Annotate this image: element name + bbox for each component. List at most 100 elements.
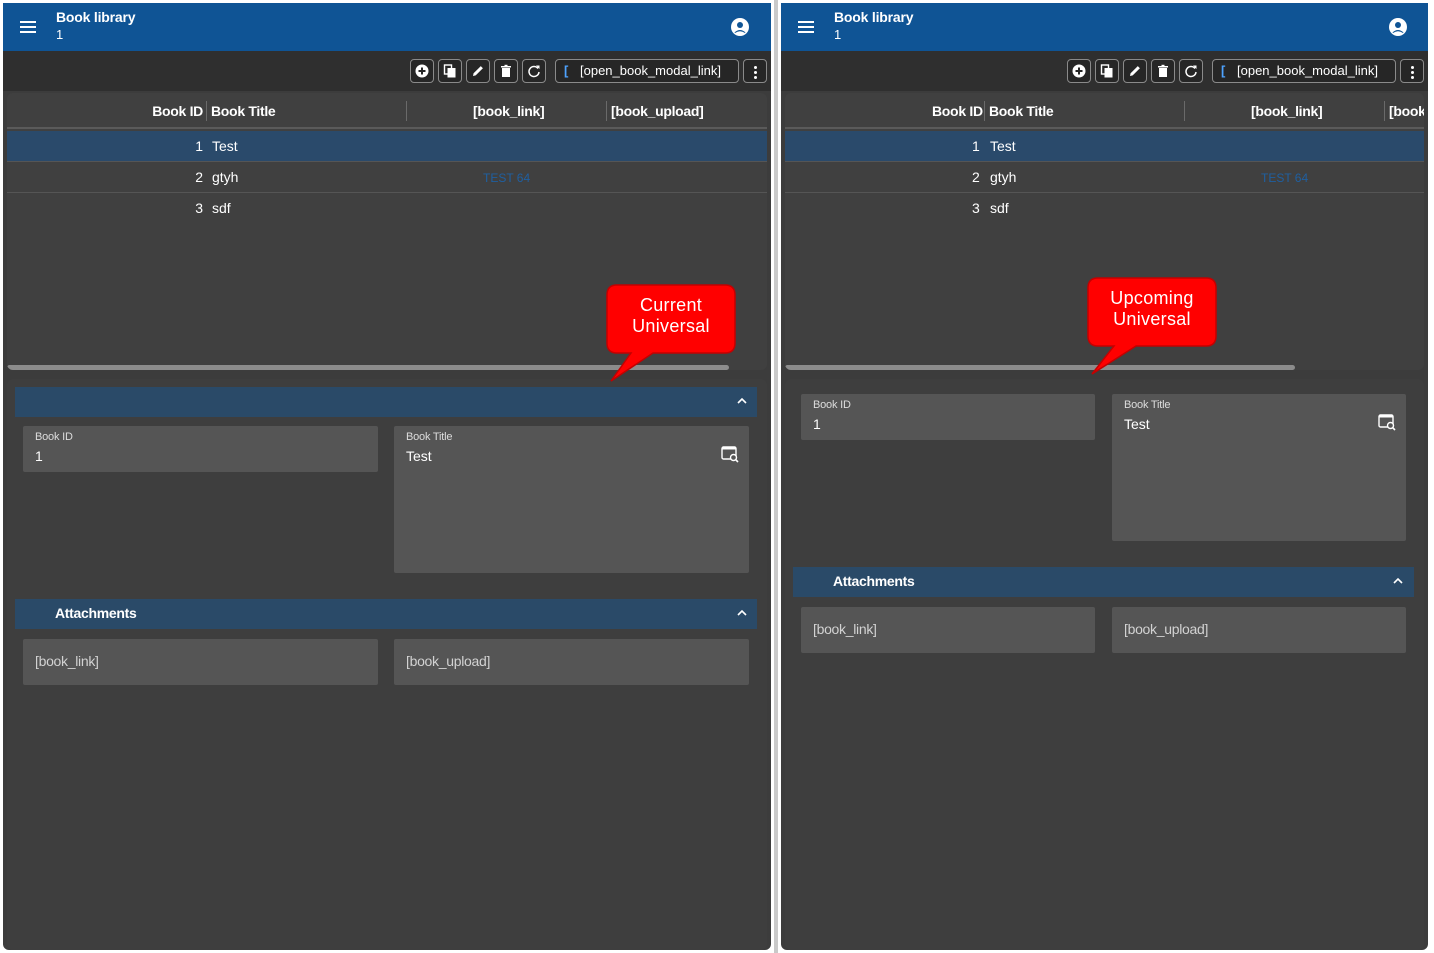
more-options-button[interactable] [743,59,767,83]
edit-button[interactable] [466,59,490,83]
cell-book-id: 2 [195,169,203,185]
chevron-up-icon[interactable] [737,609,747,617]
details-section-header[interactable] [15,387,757,417]
copy-button[interactable] [438,59,462,83]
column-header-book-id[interactable]: Book ID [152,103,203,119]
app-bar: Book library 1 [3,3,771,51]
edit-icon [1130,66,1140,76]
panel-divider [774,0,778,953]
cell-book-title: Test [212,138,238,154]
current-universal-callout: Current Universal [603,283,743,383]
column-header-book-link[interactable]: [book_link] [473,103,545,119]
lookup-icon[interactable] [1378,413,1396,431]
copy-button[interactable] [1095,59,1119,83]
column-header-book-title[interactable]: Book Title [989,103,1054,119]
add-icon [415,64,429,78]
grid-header: Book ID Book Title [book_link] [book_upl… [7,93,767,129]
column-header-book-upload[interactable]: [book_upload] [611,103,704,119]
delete-icon [501,64,511,77]
grid-toolbar: [ [open_book_modal_link] [781,51,1428,91]
menu-icon[interactable] [798,20,816,34]
delete-button[interactable] [494,59,518,83]
callout-text-line2: Universal [632,316,710,336]
table-row[interactable]: 1 Test [785,131,1424,162]
attachments-section-header[interactable]: Attachments [793,567,1414,597]
book-upload-field[interactable]: [book_upload] [394,639,749,685]
book-title-value: Test [406,448,432,464]
column-header-book-id[interactable]: Book ID [932,103,983,119]
app-subtitle: 1 [834,27,842,42]
column-header-book-upload[interactable]: [book [1389,103,1424,119]
book-detail-form: Book ID 1 Book Title Test Attachments [b… [785,379,1424,950]
lookup-icon[interactable] [721,445,739,463]
table-row[interactable]: 3 sdf [7,193,767,224]
table-row[interactable]: 2 gtyh TEST 64 [7,162,767,193]
cell-book-id: 1 [195,138,203,154]
cell-book-title: Test [990,138,1016,154]
book-title-value: Test [1124,416,1150,432]
refresh-icon [528,65,540,78]
book-title-field[interactable]: Book Title Test [394,426,749,573]
book-link-placeholder: [book_link] [813,621,877,637]
refresh-button[interactable] [522,59,546,83]
app-bar: Book library 1 [781,3,1428,51]
book-id-value: 1 [813,416,821,432]
edit-button[interactable] [1123,59,1147,83]
upcoming-universal-panel: Book library 1 [ [open_book_modal_link] … [781,3,1428,950]
book-title-field[interactable]: Book Title Test [1112,394,1406,541]
book-link-field[interactable]: [book_link] [801,607,1095,653]
table-row[interactable]: 1 Test [7,131,767,162]
open-book-modal-button[interactable]: [ [open_book_modal_link] [555,59,739,83]
cell-book-link[interactable]: TEST 64 [483,171,530,185]
refresh-icon [1185,65,1197,78]
add-icon [1072,64,1086,78]
add-button[interactable] [1067,59,1091,83]
add-button[interactable] [410,59,434,83]
app-title: Book library [56,9,136,25]
cell-book-link[interactable]: TEST 64 [1261,171,1308,185]
delete-button[interactable] [1151,59,1175,83]
cell-book-id: 2 [972,169,980,185]
current-universal-panel: Book library 1 [ [open_book_modal_link] … [3,3,771,950]
chevron-up-icon[interactable] [737,397,747,405]
column-header-book-title[interactable]: Book Title [211,103,276,119]
book-id-value: 1 [35,448,43,464]
grid-toolbar: [ [open_book_modal_link] [3,51,771,91]
delete-icon [1158,64,1168,77]
book-upload-placeholder: [book_upload] [406,653,491,669]
grid-header: Book ID Book Title [book_link] [book [785,93,1424,129]
column-header-book-link[interactable]: [book_link] [1251,103,1323,119]
copy-icon [443,64,456,78]
attachments-section-header[interactable]: Attachments [15,599,757,629]
open-book-modal-label: [open_book_modal_link] [1237,63,1378,78]
upcoming-universal-callout: Upcoming Universal [1084,276,1224,376]
refresh-button[interactable] [1179,59,1203,83]
cell-book-title: sdf [990,200,1009,216]
user-account-icon[interactable] [731,18,749,36]
bracket-icon: [ [564,63,569,78]
open-book-modal-button[interactable]: [ [open_book_modal_link] [1212,59,1396,83]
book-upload-placeholder: [book_upload] [1124,621,1209,637]
app-subtitle: 1 [56,27,64,42]
book-title-label: Book Title [406,431,453,443]
attachments-label: Attachments [833,573,915,589]
copy-icon [1100,64,1113,78]
more-options-button[interactable] [1400,59,1424,83]
book-id-field[interactable]: Book ID 1 [23,426,378,472]
chevron-up-icon[interactable] [1393,577,1403,585]
table-row[interactable]: 3 sdf [785,193,1424,224]
book-id-field[interactable]: Book ID 1 [801,394,1095,440]
book-id-label: Book ID [813,399,851,411]
callout-text-line1: Current [639,295,703,315]
menu-icon[interactable] [20,20,38,34]
book-id-label: Book ID [35,431,73,443]
bracket-icon: [ [1221,63,1226,78]
table-row[interactable]: 2 gtyh TEST 64 [785,162,1424,193]
user-account-icon[interactable] [1389,18,1407,36]
open-book-modal-label: [open_book_modal_link] [580,63,721,78]
book-link-field[interactable]: [book_link] [23,639,378,685]
book-upload-field[interactable]: [book_upload] [1112,607,1406,653]
cell-book-title: gtyh [212,169,239,185]
cell-book-id: 1 [972,138,980,154]
app-title: Book library [834,9,914,25]
